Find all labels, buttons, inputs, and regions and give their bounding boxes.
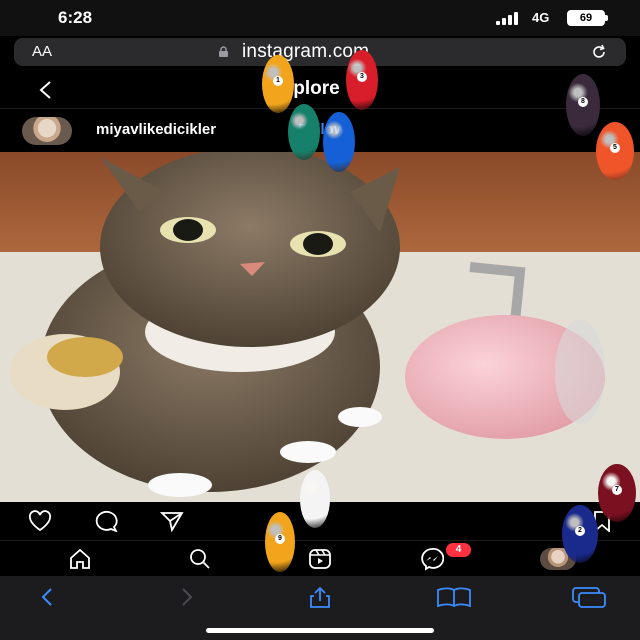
billiard-ball: 9: [265, 512, 295, 572]
ball-number: 7: [612, 485, 622, 496]
billiard-ball: 2: [562, 505, 598, 563]
status-bar: 6:28 4G 69: [0, 0, 640, 36]
status-time: 6:28: [58, 8, 93, 27]
address-bar[interactable]: AA instagram.com: [14, 38, 626, 66]
avatar[interactable]: [22, 117, 72, 145]
battery-level: 69: [579, 12, 593, 24]
back-arrow-icon[interactable]: [36, 586, 60, 608]
home-icon[interactable]: [68, 547, 92, 571]
forward-arrow-icon[interactable]: [174, 586, 198, 608]
billiard-ball: 1: [262, 55, 294, 113]
ball-number: 9: [275, 534, 285, 544]
post-username[interactable]: miyavlikedicikler: [96, 121, 216, 138]
comment-icon[interactable]: [94, 510, 118, 532]
ball-number: 3: [357, 72, 367, 82]
billiard-ball: [288, 104, 320, 160]
billiard-ball: 8: [566, 74, 600, 136]
home-indicator: [206, 628, 434, 633]
lock-icon: [219, 46, 228, 57]
back-icon[interactable]: [36, 80, 56, 100]
ball-number: 8: [578, 96, 588, 107]
cat-photo: [0, 152, 640, 502]
post-image[interactable]: [0, 152, 640, 502]
billiard-ball: 5: [596, 122, 634, 180]
messenger-icon[interactable]: [420, 547, 444, 571]
billiard-ball: [323, 112, 355, 172]
instagram-header: Explore: [0, 72, 640, 108]
tabs-icon[interactable]: [570, 586, 610, 608]
text-size-button[interactable]: AA: [32, 43, 52, 60]
reels-icon[interactable]: [308, 547, 332, 571]
post-header: miyavlikedicikler Follow: [0, 108, 640, 152]
ball-number: 5: [610, 143, 620, 154]
battery-icon: 69: [567, 10, 608, 26]
signal-icon: [496, 11, 524, 25]
network-label: 4G: [532, 10, 550, 25]
ball-number: 2: [575, 526, 585, 537]
reload-icon[interactable]: [590, 43, 608, 61]
billiard-ball: [300, 470, 330, 528]
ball-number: 1: [273, 76, 283, 87]
tab-bar: 4: [0, 540, 640, 576]
billiard-ball: 7: [598, 464, 636, 522]
share-icon[interactable]: [160, 510, 184, 532]
heart-icon[interactable]: [28, 510, 52, 532]
search-icon[interactable]: [188, 547, 212, 571]
messages-badge: 4: [446, 543, 471, 557]
billiard-ball: 3: [346, 50, 378, 110]
bookmarks-icon[interactable]: [434, 586, 474, 608]
share-sheet-icon[interactable]: [308, 586, 332, 608]
